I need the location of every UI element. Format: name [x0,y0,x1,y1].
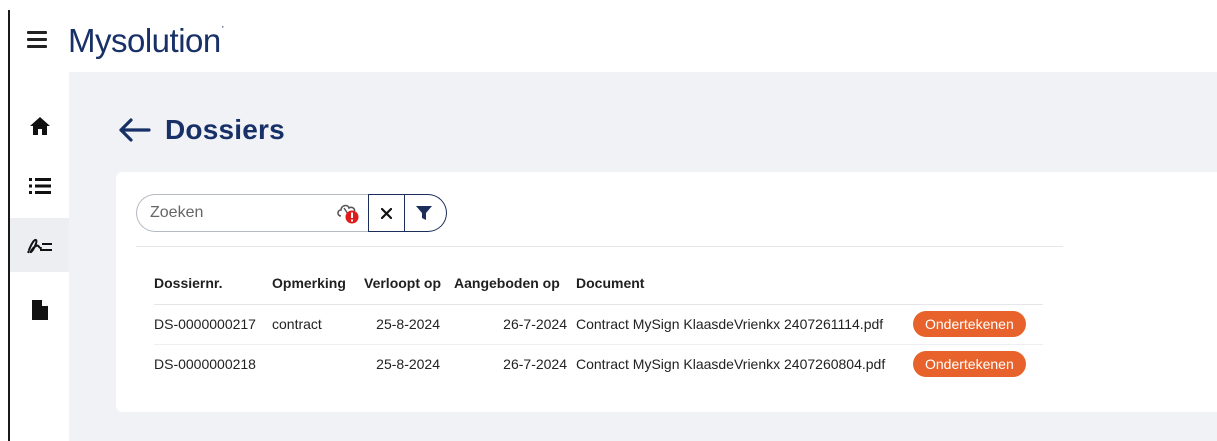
sign-button[interactable]: Ondertekenen [913,351,1026,378]
sign-button[interactable]: Ondertekenen [913,311,1026,337]
table-header-row: Dossiernr. Opmerking Verloopt op Aangebo… [154,262,1043,304]
cell-aangeboden-op: 26-7-2024 [454,343,576,384]
search-bar [136,194,447,232]
cloud-offline-warning-icon [337,204,359,224]
cell-action: Ondertekenen [913,343,1043,384]
divider [136,246,1063,247]
column-header-verloopt-op[interactable]: Verloopt op [364,262,454,304]
filter-icon [415,206,432,220]
search-input[interactable] [150,204,330,222]
cell-action: Ondertekenen [913,303,1043,344]
sidebar-item-signatures[interactable] [10,218,69,272]
filter-button[interactable] [405,194,447,232]
signature-icon [26,238,52,254]
cell-verloopt-op: 25-8-2024 [364,343,454,384]
cell-dossiernr: DS-0000000218 [154,343,272,384]
sidebar [10,72,69,441]
search-field [136,194,368,232]
main-content: Dossiers Zoeken Dossiernr. Opmerking Ver… [69,72,1217,441]
list-icon [28,178,51,194]
cell-opmerking [272,343,364,384]
back-arrow-icon[interactable] [119,115,155,145]
page-header: Dossiers [119,114,285,146]
cell-document[interactable]: Contract MySign KlaasdeVrienkx 240726111… [576,303,913,344]
cell-verloopt-op: 25-8-2024 [364,303,454,344]
column-header-dossiernr[interactable]: Dossiernr. [154,262,272,304]
dossiers-card: Dossiernr. Opmerking Verloopt op Aangebo… [116,172,1217,412]
sidebar-item-home[interactable] [10,98,69,154]
column-header-opmerking[interactable]: Opmerking [272,262,364,304]
column-header-document[interactable]: Document [576,262,913,304]
column-header-action [913,262,1043,304]
page-title: Dossiers [165,114,285,145]
menu-icon[interactable] [27,31,47,48]
table-row[interactable]: DS-0000000218 25-8-2024 26-7-2024 Contra… [154,343,1043,384]
sidebar-item-documents[interactable] [10,282,69,338]
clear-search-button[interactable] [368,194,405,232]
dossiers-table: Dossiernr. Opmerking Verloopt op Aangebo… [154,262,1043,384]
sidebar-item-list[interactable] [10,158,69,214]
cell-document[interactable]: Contract MySign KlaasdeVrienkx 240726080… [576,343,913,384]
document-icon [31,300,48,320]
app-header: Mysolution· [10,10,1217,72]
close-icon [381,207,392,219]
app-logo: Mysolution· [68,19,225,59]
cell-aangeboden-op: 26-7-2024 [454,303,576,344]
cell-dossiernr: DS-0000000217 [154,303,272,344]
cell-opmerking: contract [272,303,364,344]
table-row[interactable]: DS-0000000217 contract 25-8-2024 26-7-20… [154,303,1043,344]
column-header-aangeboden-op[interactable]: Aangeboden op [454,262,576,304]
home-icon [29,117,50,135]
